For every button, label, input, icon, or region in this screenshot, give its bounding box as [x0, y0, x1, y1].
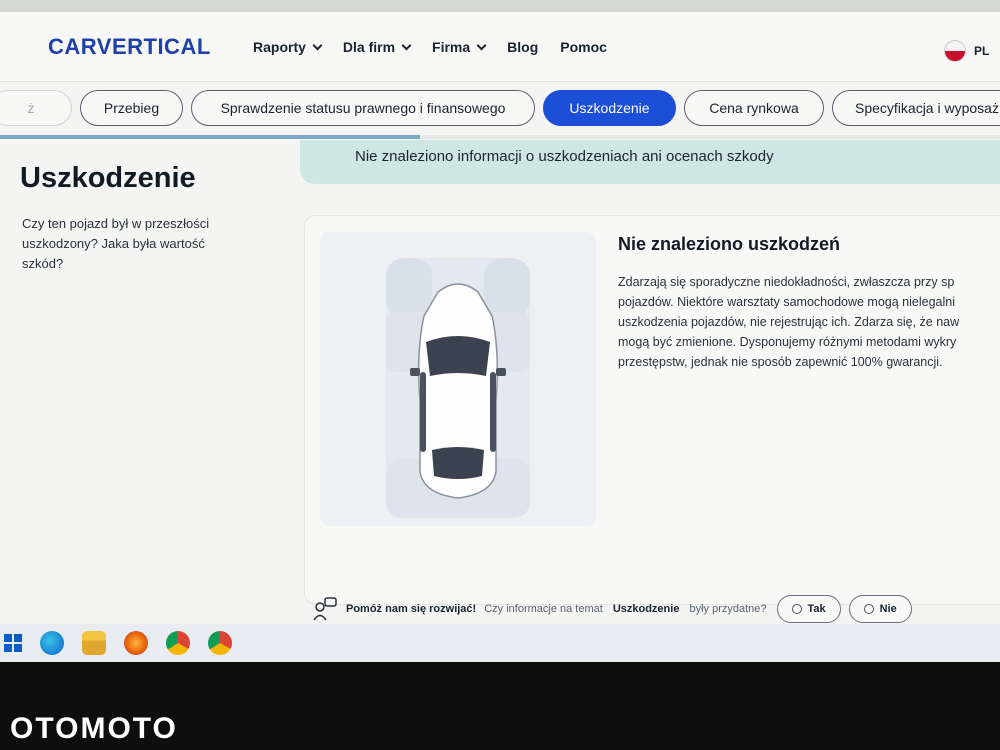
firefox-icon[interactable] [124, 631, 148, 655]
feedback-lead: Pomóż nam się rozwijać! [346, 603, 477, 615]
feedback-person-icon [313, 597, 337, 621]
feedback-topic: Uszkodzenie [612, 603, 680, 615]
tab-specyfikacja[interactable]: Specyfikacja i wyposaż [832, 90, 1000, 126]
car-diagram [320, 232, 596, 526]
tab-uszkodzenie[interactable]: Uszkodzenie [543, 90, 676, 126]
section-description: Czy ten pojazd był w przeszłości uszkodz… [22, 216, 210, 271]
result-line: pojazdów. Niektóre warsztaty samochodowe… [618, 295, 955, 309]
carvertical-logo[interactable]: CARVERTICAL [48, 34, 211, 60]
feedback-bar: Pomóż nam się rozwijać! Czy informacje n… [312, 594, 1000, 624]
tab-cena-rynkowa[interactable]: Cena rynkowa [684, 90, 824, 126]
windows-start-icon[interactable] [4, 634, 22, 652]
nav-raporty[interactable]: Raporty [253, 39, 323, 55]
nav-label: Dla firm [342, 39, 396, 55]
chevron-down-icon [401, 40, 412, 50]
report-section-tabs: ż Przebieg Sprawdzenie statusu prawnego … [0, 88, 1000, 132]
nav-dla-firm[interactable]: Dla firm [342, 39, 412, 55]
result-line: przestępstw, jednak nie sposób zapewnić … [618, 355, 943, 369]
language-code: PL [974, 44, 990, 58]
windows-taskbar [0, 624, 1000, 662]
browser-top-strip [0, 0, 1000, 12]
no-label: Nie [879, 603, 897, 615]
tabs-scroll-progress [0, 135, 1000, 139]
nav-firma[interactable]: Firma [432, 39, 487, 55]
file-explorer-icon[interactable] [82, 631, 106, 655]
radio-icon [791, 604, 802, 614]
result-line: uszkodzenia pojazdów, nie rejestrując ic… [618, 315, 960, 329]
chrome-profile-icon[interactable] [208, 631, 232, 655]
nav-label: Firma [432, 39, 471, 55]
section-title: Uszkodzenie [20, 162, 196, 194]
otomoto-watermark: OTOMOTO [10, 712, 178, 745]
result-line: mogą być zmienione. Dysponujemy różnymi … [618, 335, 957, 349]
chevron-down-icon [312, 40, 323, 50]
nav-blog[interactable]: Blog [507, 39, 538, 55]
chrome-icon[interactable] [166, 631, 190, 655]
feedback-no-button[interactable]: Nie [848, 595, 912, 623]
site-header: CARVERTICAL Raporty Dla firm Firma Blog … [0, 12, 1000, 82]
chevron-down-icon [476, 40, 487, 50]
feedback-question: Czy informacje na temat [484, 603, 603, 615]
result-line: Zdarzają się sporadyczne niedokładności,… [618, 275, 955, 289]
main-nav: Raporty Dla firm Firma Blog Pomoc [253, 39, 607, 55]
browser-screen: CARVERTICAL Raporty Dla firm Firma Blog … [0, 0, 1000, 662]
nav-pomoc[interactable]: Pomoc [560, 39, 607, 55]
nav-label: Raporty [253, 39, 306, 55]
tab-status-prawny[interactable]: Sprawdzenie statusu prawnego i finansowe… [191, 90, 535, 126]
banner-text: Nie znaleziono informacji o uszkodzeniac… [355, 148, 774, 165]
car-top-view-icon [386, 258, 530, 518]
tab-previous[interactable]: ż [0, 90, 72, 126]
result-title: Nie znaleziono uszkodzeń [618, 234, 841, 254]
nav-label: Pomoc [560, 39, 607, 55]
nav-label: Blog [507, 39, 539, 55]
feedback-question-end: były przydatne? [689, 603, 767, 615]
language-selector[interactable]: PL [944, 40, 989, 62]
radio-icon [863, 604, 874, 614]
info-banner: Nie znaleziono informacji o uszkodzeniac… [300, 140, 1000, 184]
progress-fill [0, 135, 420, 139]
tab-przebieg[interactable]: Przebieg [80, 90, 183, 126]
poland-flag-icon [944, 40, 966, 62]
result-text: Zdarzają się sporadyczne niedokładności,… [618, 272, 1000, 372]
feedback-yes-button[interactable]: Tak [776, 595, 841, 623]
yes-label: Tak [807, 603, 826, 615]
edge-icon[interactable] [40, 631, 64, 655]
